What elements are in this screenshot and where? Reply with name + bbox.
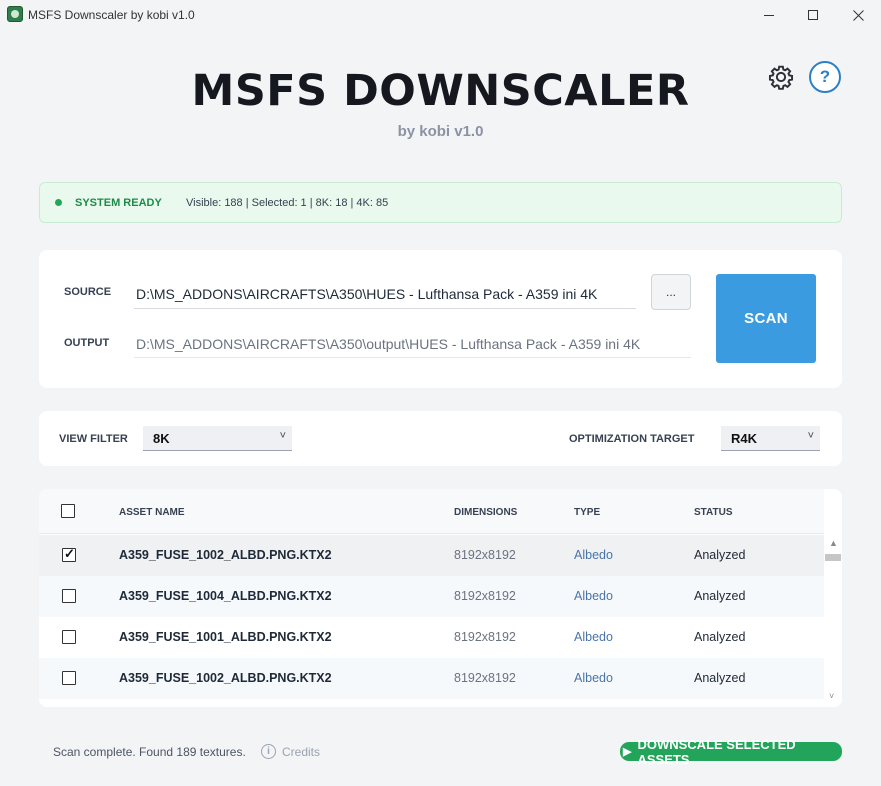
source-path-input[interactable] (134, 280, 636, 309)
gear-icon (768, 65, 794, 90)
chevron-down-icon: ˅ (279, 430, 286, 442)
status-label: SYSTEM READY (75, 197, 162, 209)
downscale-button[interactable]: ▶ DOWNSCALE SELECTED ASSETS (620, 737, 842, 767)
maximize-icon (808, 10, 818, 20)
column-header-asset-name[interactable]: ASSET NAME (119, 507, 185, 518)
source-label: SOURCE (64, 286, 112, 298)
optimization-target-select[interactable]: R4K ˅ (721, 426, 820, 451)
asset-dimensions: 8192x8192 (454, 671, 516, 685)
settings-button[interactable] (766, 62, 796, 92)
asset-table: ASSET NAME DIMENSIONS TYPE STATUS A359_F… (39, 489, 842, 707)
maximize-button[interactable] (790, 0, 836, 30)
status-stats: Visible: 188 | Selected: 1 | 8K: 18 | 4K… (186, 197, 389, 209)
table-row[interactable]: A359_FUSE_1004_ALBD.PNG.KTX2 8192x8192 A… (39, 576, 824, 617)
column-header-status[interactable]: STATUS (694, 507, 733, 518)
table-row[interactable]: A359_FUSE_1002_ALBD.PNG.KTX2 8192x8192 A… (39, 658, 824, 699)
row-checkbox[interactable] (62, 671, 76, 685)
close-button[interactable] (835, 0, 881, 30)
table-row[interactable]: A359_FUSE_1001_ALBD.PNG.KTX2 8192x8192 A… (39, 617, 824, 658)
scroll-down-icon[interactable]: ˅ (829, 691, 834, 701)
downscale-label: DOWNSCALE SELECTED ASSETS (637, 736, 796, 767)
help-button[interactable]: ? (809, 61, 841, 93)
view-filter-value: 8K (153, 431, 170, 446)
table-header: ASSET NAME DIMENSIONS TYPE STATUS (39, 489, 824, 534)
status-indicator (55, 199, 62, 206)
table-scrollbar[interactable]: ▲ ˅ (824, 534, 842, 707)
row-checkbox[interactable] (62, 630, 76, 644)
asset-dimensions: 8192x8192 (454, 589, 516, 603)
asset-status: Analyzed (694, 671, 746, 685)
asset-type: Albedo (574, 548, 613, 562)
app-window: MSFS Downscaler by kobi v1.0 MSFS DOWNSC… (0, 0, 881, 786)
table-row[interactable]: A359_FUSE_1002_ALBD.PNG.KTX2 8192x8192 A… (39, 535, 824, 576)
asset-type: Albedo (574, 671, 613, 685)
paths-panel: SOURCE ... OUTPUT SCAN (39, 250, 842, 388)
asset-name: A359_FUSE_1001_ALBD.PNG.KTX2 (119, 630, 332, 644)
asset-dimensions: 8192x8192 (454, 630, 516, 644)
minimize-icon (764, 14, 774, 16)
asset-dimensions: 8192x8192 (454, 548, 516, 562)
status-bar: SYSTEM READY Visible: 188 | Selected: 1 … (39, 182, 842, 223)
app-icon (7, 6, 23, 22)
asset-status: Analyzed (694, 630, 746, 644)
credits-link[interactable]: i Credits (261, 744, 320, 759)
row-checkbox[interactable] (62, 546, 76, 562)
select-all-checkbox[interactable] (61, 504, 75, 518)
app-subtitle: by kobi v1.0 (397, 123, 484, 140)
title-bar: MSFS Downscaler by kobi v1.0 (0, 0, 881, 30)
optimization-target-value: R4K (731, 431, 758, 446)
minimize-button[interactable] (746, 0, 792, 30)
scan-summary: Scan complete. Found 189 textures. (53, 745, 246, 759)
close-icon (852, 9, 864, 21)
filters-panel: VIEW FILTER 8K ˅ OPTIMIZATION TARGET R4K… (39, 411, 842, 466)
play-icon: ▶ (623, 746, 632, 758)
column-header-type[interactable]: TYPE (574, 507, 600, 518)
row-checkbox[interactable] (62, 589, 76, 603)
asset-name: A359_FUSE_1004_ALBD.PNG.KTX2 (119, 589, 332, 603)
column-header-dimensions[interactable]: DIMENSIONS (454, 507, 517, 518)
scrollbar-thumb[interactable] (825, 554, 841, 561)
chevron-down-icon: ˅ (807, 430, 814, 442)
asset-type: Albedo (574, 589, 613, 603)
asset-name: A359_FUSE_1002_ALBD.PNG.KTX2 (119, 671, 332, 685)
output-label: OUTPUT (64, 337, 110, 349)
scroll-up-icon[interactable]: ▲ (829, 538, 838, 548)
asset-type: Albedo (574, 630, 613, 644)
info-icon: i (261, 744, 276, 759)
view-filter-label: VIEW FILTER (59, 433, 128, 445)
output-path-input[interactable] (134, 331, 691, 358)
asset-status: Analyzed (694, 548, 746, 562)
optimization-target-label: OPTIMIZATION TARGET (569, 433, 695, 445)
window-title: MSFS Downscaler by kobi v1.0 (28, 8, 195, 22)
asset-status: Analyzed (694, 589, 746, 603)
asset-name: A359_FUSE_1002_ALBD.PNG.KTX2 (119, 548, 332, 562)
app-title: MSFS DOWNSCALER (191, 66, 690, 116)
credits-label: Credits (282, 744, 321, 759)
scan-button[interactable]: SCAN (716, 274, 816, 363)
view-filter-select[interactable]: 8K ˅ (143, 426, 292, 451)
browse-button[interactable]: ... (651, 274, 691, 310)
